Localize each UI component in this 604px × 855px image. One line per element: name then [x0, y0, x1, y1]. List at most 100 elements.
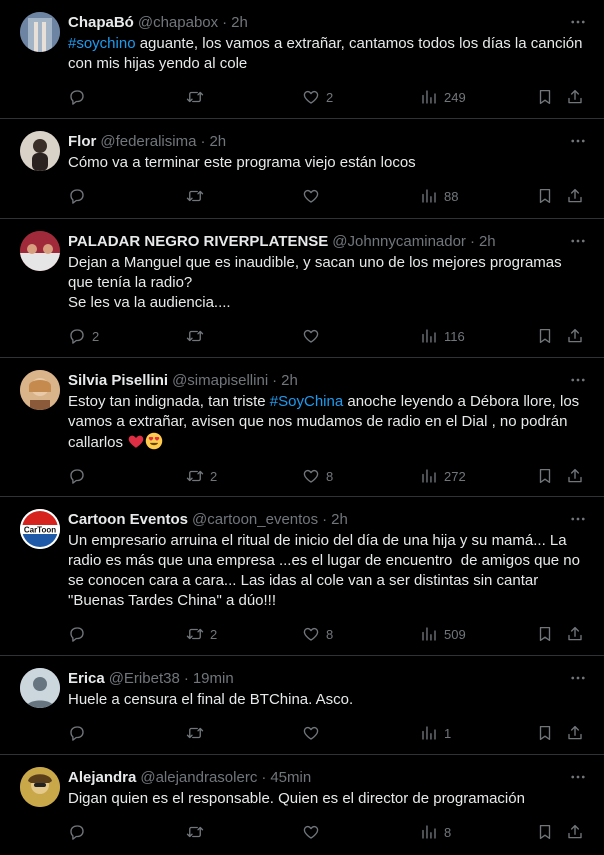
more-icon[interactable]: [568, 370, 588, 390]
avatar[interactable]: CarToon: [20, 509, 60, 549]
author-name[interactable]: Flor: [68, 133, 96, 150]
heart-eyes-emoji-icon: [145, 432, 163, 450]
reply-button[interactable]: [68, 467, 92, 485]
share-button[interactable]: [566, 625, 584, 643]
avatar[interactable]: [20, 131, 60, 171]
bookmark-button[interactable]: [536, 327, 554, 345]
timestamp[interactable]: 2h: [331, 511, 348, 528]
avatar[interactable]: [20, 231, 60, 271]
views-button[interactable]: 8: [420, 823, 451, 841]
tweet[interactable]: CarToon Cartoon Eventos @cartoon_eventos…: [0, 497, 604, 656]
author-name[interactable]: PALADAR NEGRO RIVERPLATENSE: [68, 233, 328, 250]
share-button[interactable]: [566, 823, 584, 841]
bookmark-button[interactable]: [536, 187, 554, 205]
like-button[interactable]: [302, 823, 326, 841]
tweet[interactable]: ChapaBó @chapabox · 2h #soychino aguante…: [0, 0, 604, 119]
retweet-button[interactable]: [186, 187, 210, 205]
bookmark-button[interactable]: [536, 823, 554, 841]
reply-button[interactable]: 2: [68, 327, 99, 345]
hashtag-link[interactable]: #soychino: [68, 35, 136, 52]
like-button[interactable]: 8: [302, 467, 333, 485]
timestamp[interactable]: 2h: [231, 14, 248, 31]
like-button[interactable]: [302, 187, 326, 205]
timestamp[interactable]: 2h: [209, 133, 226, 150]
tweet-text: Un empresario arruina el ritual de inici…: [68, 532, 585, 609]
more-icon[interactable]: [568, 509, 588, 529]
author-name[interactable]: Silvia Pisellini: [68, 372, 168, 389]
views-icon: [420, 724, 438, 742]
author-name[interactable]: Alejandra: [68, 769, 136, 786]
views-button[interactable]: 88: [420, 187, 458, 205]
views-button[interactable]: 272: [420, 467, 466, 485]
author-name[interactable]: ChapaBó: [68, 14, 134, 31]
share-button[interactable]: [566, 467, 584, 485]
avatar[interactable]: [20, 668, 60, 708]
more-icon[interactable]: [568, 231, 588, 251]
tweet[interactable]: PALADAR NEGRO RIVERPLATENSE @Johnnycamin…: [0, 219, 604, 358]
retweet-button[interactable]: [186, 327, 210, 345]
retweet-button[interactable]: 2: [186, 467, 217, 485]
bookmark-icon: [536, 187, 554, 205]
bookmark-button[interactable]: [536, 88, 554, 106]
author-name[interactable]: Cartoon Eventos: [68, 511, 188, 528]
reply-button[interactable]: [68, 625, 92, 643]
retweet-button[interactable]: [186, 88, 210, 106]
red-heart-emoji-icon: [128, 435, 144, 448]
tweet[interactable]: Flor @federalisima · 2h Cómo va a termin…: [0, 119, 604, 219]
avatar[interactable]: [20, 767, 60, 807]
more-icon[interactable]: [568, 767, 588, 787]
views-button[interactable]: 249: [420, 88, 466, 106]
views-button[interactable]: 1: [420, 724, 451, 742]
timestamp[interactable]: 19min: [193, 670, 234, 687]
share-button[interactable]: [566, 187, 584, 205]
author-handle[interactable]: @chapabox: [138, 14, 218, 31]
views-button[interactable]: 509: [420, 625, 466, 643]
views-button[interactable]: 116: [420, 327, 465, 345]
retweet-button[interactable]: [186, 823, 210, 841]
hashtag-link[interactable]: #SoyChina: [270, 393, 343, 410]
like-button[interactable]: 8: [302, 625, 333, 643]
author-handle[interactable]: @cartoon_eventos: [192, 511, 318, 528]
timestamp[interactable]: 2h: [281, 372, 298, 389]
share-button[interactable]: [566, 327, 584, 345]
reply-button[interactable]: [68, 823, 92, 841]
like-icon: [302, 823, 320, 841]
more-icon[interactable]: [568, 131, 588, 151]
author-name[interactable]: Erica: [68, 670, 105, 687]
tweet[interactable]: Silvia Pisellini @simapisellini · 2h Est…: [0, 358, 604, 497]
timestamp[interactable]: 2h: [479, 233, 496, 250]
timestamp[interactable]: 45min: [270, 769, 311, 786]
bookmark-button[interactable]: [536, 724, 554, 742]
retweet-icon: [186, 467, 204, 485]
more-icon[interactable]: [568, 668, 588, 688]
reply-button[interactable]: [68, 88, 92, 106]
author-handle[interactable]: @simapisellini: [172, 372, 268, 389]
retweet-button[interactable]: 2: [186, 625, 217, 643]
share-icon: [566, 327, 584, 345]
bookmark-button[interactable]: [536, 467, 554, 485]
reply-button[interactable]: [68, 187, 92, 205]
bookmark-button[interactable]: [536, 625, 554, 643]
avatar[interactable]: [20, 370, 60, 410]
tweet[interactable]: Alejandra @alejandrasolerc · 45min Digan…: [0, 755, 604, 849]
like-button[interactable]: [302, 724, 326, 742]
share-icon: [566, 467, 584, 485]
author-handle[interactable]: @Johnnycaminador: [332, 233, 466, 250]
tweet[interactable]: Erica @Eribet38 · 19min Huele a censura …: [0, 656, 604, 755]
like-button[interactable]: 2: [302, 88, 333, 106]
like-icon: [302, 327, 320, 345]
separator-dot: ·: [261, 768, 267, 786]
like-button[interactable]: [302, 327, 326, 345]
avatar[interactable]: [20, 12, 60, 52]
more-icon[interactable]: [568, 12, 588, 32]
retweet-icon: [186, 724, 204, 742]
views-icon: [420, 327, 438, 345]
author-handle[interactable]: @federalisima: [100, 133, 196, 150]
reply-button[interactable]: [68, 724, 92, 742]
author-handle[interactable]: @Eribet38: [109, 670, 180, 687]
share-button[interactable]: [566, 88, 584, 106]
views-count: 509: [444, 626, 466, 642]
author-handle[interactable]: @alejandrasolerc: [140, 769, 257, 786]
share-button[interactable]: [566, 724, 584, 742]
retweet-button[interactable]: [186, 724, 210, 742]
